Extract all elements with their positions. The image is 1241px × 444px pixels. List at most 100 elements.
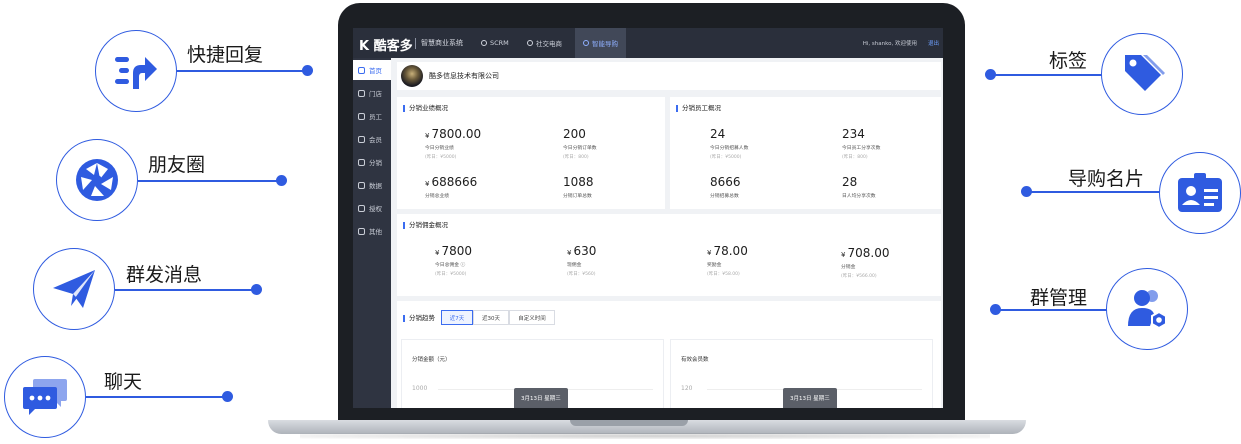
card-title: 分销趋势 (403, 315, 435, 322)
stat-value: ¥7800 (435, 244, 472, 258)
sidebar-item-label: 员工 (369, 113, 382, 121)
app-logo[interactable]: K 酷客多 (359, 35, 413, 54)
y-tick-label: 120 (681, 385, 693, 392)
stat-today-sales: ¥7800.00 今日分销业绩 (昨日：¥5000) (425, 127, 481, 160)
value-number: 7800 (441, 244, 473, 258)
auth-icon (358, 204, 365, 212)
connector-dot (276, 175, 287, 186)
sidebar-item-store[interactable]: 门店 (353, 83, 391, 103)
active-members-chart: 有效会员数 120 3月13日 星期三 (670, 339, 933, 408)
chart-title: 分销金额（元） (412, 357, 451, 363)
currency-symbol: ¥ (425, 180, 430, 188)
stat-label: 今日分销业绩 (425, 146, 454, 151)
id-card-icon (1178, 173, 1222, 212)
sidebar-item-distribution[interactable]: 分销 (353, 152, 391, 172)
chart-tooltip: 3月13日 星期三 (514, 388, 568, 408)
group-manage-label: 群管理 (1030, 287, 1088, 309)
sidebar-item-home[interactable]: 首页 (353, 60, 391, 80)
group-settings-icon (1128, 290, 1167, 330)
sidebar-item-label: 数据 (369, 182, 382, 190)
stat-reward: ¥78.00 奖励金 (昨日：¥58.00) (707, 244, 748, 277)
connector-dot (251, 284, 262, 295)
stat-label: 今日总佣金 ⓘ (435, 263, 466, 268)
sidebar-item-label: 分销 (369, 159, 382, 167)
stat-today-orders: 200 今日分销订单数 (昨日：800) (563, 127, 597, 160)
stat-sub: (昨日：¥58.00) (707, 272, 740, 277)
avatar[interactable] (401, 65, 423, 87)
connector-line (177, 70, 307, 72)
value-number: 630 (573, 244, 597, 258)
app-screen: K 酷客多 智慧商业系统 SCRM 社交电商 智能导购 Hi, shanko, … (353, 28, 943, 408)
sidebar-item-label: 门店 (369, 90, 382, 98)
stat-label: 今日分销招募人数 (710, 146, 749, 151)
stat-label: 分销总业绩 (425, 194, 449, 199)
nav-tab-social-commerce[interactable]: 社交电商 (519, 28, 570, 58)
currency-symbol: ¥ (841, 251, 846, 259)
value-number: 78.00 (713, 244, 748, 258)
logout-link[interactable]: 退出 (928, 39, 939, 47)
stat-value: 1088 (563, 175, 594, 189)
stat-value: 28 (842, 175, 858, 189)
sidebar-item-data[interactable]: 数据 (353, 175, 391, 195)
nav-tab-scrm[interactable]: SCRM (473, 28, 517, 58)
sidebar-item-label: 会员 (369, 136, 382, 144)
distribution-icon (358, 158, 365, 166)
stat-cash-commission: ¥630 现佣金 (昨日：¥560) (567, 244, 596, 277)
sales-amount-chart: 分销金额（元） 1000 3月13日 星期三 (401, 339, 664, 408)
guide-card-label: 导购名片 (1068, 168, 1145, 190)
stat-total-orders: 1088 分销订单总数 (563, 175, 594, 199)
stat-label: 分销金 (841, 265, 856, 270)
stat-value: ¥7800.00 (425, 127, 481, 141)
stat-today-commission: ¥7800 今日总佣金 ⓘ (昨日：¥5000) (435, 244, 472, 277)
stat-total-sales: ¥688666 分销总业绩 (425, 175, 477, 199)
nav-tab-smart-guide[interactable]: 智能导购 (575, 28, 626, 58)
sidebar-item-other[interactable]: 其他 (353, 221, 391, 241)
nav-tab-label: SCRM (490, 39, 509, 47)
value-number: 688666 (431, 175, 478, 189)
stat-label: 今日分销订单数 (563, 146, 597, 151)
performance-card: 分销业绩概况 ¥7800.00 今日分销业绩 (昨日：¥5000) 200 今日… (397, 97, 665, 209)
chart-title: 有效会员数 (681, 357, 709, 363)
sidebar-item-auth[interactable]: 授权 (353, 198, 391, 218)
stat-value: 8666 (710, 175, 741, 189)
sidebar-item-member[interactable]: 会员 (353, 129, 391, 149)
currency-symbol: ¥ (707, 249, 712, 257)
stat-value: 234 (842, 127, 865, 141)
stat-today-shares: 234 今日员工分享次数 (昨日：800) (842, 127, 880, 160)
sidebar-item-staff[interactable]: 员工 (353, 106, 391, 126)
range-30-days-button[interactable]: 近30天 (473, 310, 509, 325)
shop-icon (527, 40, 533, 46)
connector-dot (302, 65, 313, 76)
staff-icon (358, 112, 365, 120)
aperture-icon (76, 159, 118, 201)
chart-tooltip: 3月13日 星期三 (783, 388, 837, 408)
commission-card: 分销佣金概况 ¥7800 今日总佣金 ⓘ (昨日：¥5000) ¥630 现佣金… (397, 214, 941, 296)
welcome-text: Hi, shanko, 欢迎使用 (862, 41, 917, 47)
logo-text: 酷客多 (373, 39, 413, 54)
nav-tab-label: 智能导购 (592, 40, 618, 48)
card-title: 分销佣金概况 (403, 222, 448, 229)
mass-message-circle (33, 248, 115, 330)
quick-reply-circle (95, 30, 177, 112)
company-name: 酷多信息技术有限公司 (429, 72, 499, 80)
currency-symbol: ¥ (567, 249, 572, 257)
stat-label: 奖励金 (707, 263, 722, 268)
stat-today-recruits: 24 今日分销招募人数 (昨日：¥5000) (710, 127, 748, 160)
laptop-shadow (300, 433, 990, 439)
stat-label: 日人均分享次数 (842, 194, 876, 199)
sidebar-item-label: 首页 (369, 67, 382, 75)
stat-value: ¥630 (567, 244, 596, 258)
send-plane-icon (53, 270, 95, 308)
store-icon (358, 89, 365, 97)
chat-circle (4, 356, 86, 438)
range-7-days-button[interactable]: 近7天 (441, 310, 473, 325)
tag-icon (1125, 55, 1165, 91)
stat-total-recruits: 8666 分销招募总数 (710, 175, 741, 199)
stat-label: 分销订单总数 (563, 194, 592, 199)
range-custom-button[interactable]: 自定义时间 (509, 310, 555, 325)
connector-line (138, 180, 281, 182)
value-number: 7800.00 (431, 127, 482, 141)
logo-divider (415, 38, 416, 49)
system-name: 智慧商业系统 (421, 39, 463, 47)
stat-label: 分销招募总数 (710, 194, 739, 199)
